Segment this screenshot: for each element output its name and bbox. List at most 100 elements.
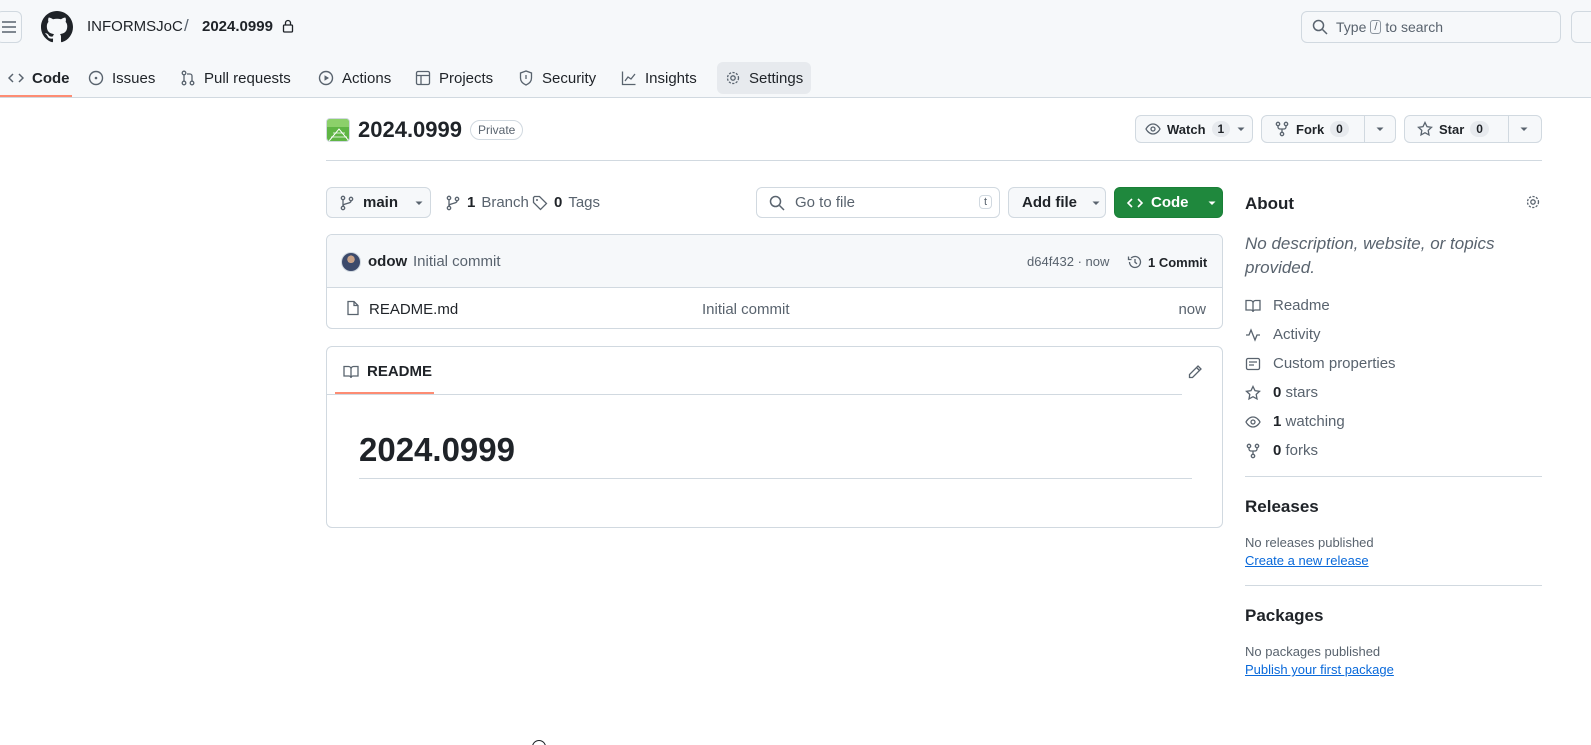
pencil-icon[interactable] <box>1187 364 1203 380</box>
sidebar-item-label: forks <box>1285 442 1319 459</box>
breadcrumb-repo[interactable]: 2024.0999 <box>202 18 273 35</box>
eye-icon <box>1145 123 1161 135</box>
history-icon <box>1127 255 1142 269</box>
tab-code[interactable]: Code <box>0 62 78 94</box>
sidebar-item-activity[interactable]: Activity <box>1245 326 1321 343</box>
lock-icon <box>282 19 294 33</box>
watch-label: Watch <box>1167 121 1206 137</box>
tab-pull-requests[interactable]: Pull requests <box>172 62 299 94</box>
table-row[interactable]: README.md Initial commit now <box>327 288 1222 328</box>
sidebar-item-watching[interactable]: 1 watching <box>1245 413 1345 430</box>
copilot-button[interactable] <box>1571 11 1591 43</box>
file-icon <box>345 300 361 316</box>
gear-icon <box>726 71 740 85</box>
file-browser: odow Initial commit d64f432 · now 1 Comm… <box>326 234 1223 329</box>
code-icon <box>8 73 24 83</box>
add-file-button[interactable]: Add file <box>1008 187 1106 218</box>
gear-icon[interactable] <box>1525 194 1541 210</box>
readme-tab-label: README <box>367 363 433 380</box>
sidebar-item-label: Readme <box>1273 297 1330 314</box>
sidebar-item-readme[interactable]: Readme <box>1245 297 1330 314</box>
sidebar-item-count: 1 <box>1273 413 1282 430</box>
commit-message[interactable]: Initial commit <box>413 253 501 270</box>
issue-opened-icon <box>88 70 104 86</box>
global-search-input[interactable]: Type / to search <box>1301 11 1561 43</box>
watch-count: 1 <box>1211 121 1231 137</box>
tab-label: Security <box>542 69 597 87</box>
branches-label: Branch <box>481 194 529 211</box>
book-icon <box>343 365 359 378</box>
sidebar-item-label: Activity <box>1273 326 1321 343</box>
watch-button[interactable]: Watch 1 <box>1135 115 1253 143</box>
go-to-file-input[interactable]: Go to file t <box>756 187 1000 218</box>
triangle-down-icon <box>1520 127 1528 131</box>
triangle-down-icon <box>1376 127 1384 131</box>
graph-icon <box>621 71 636 86</box>
sidebar-item-count: 0 <box>1273 442 1282 459</box>
about-description: No description, website, or topics provi… <box>1245 234 1495 277</box>
create-release-link[interactable]: Create a new release <box>1245 553 1369 568</box>
menu-button[interactable] <box>0 11 22 43</box>
star-button[interactable]: Star 0 <box>1404 115 1542 143</box>
readme-tab[interactable]: README <box>343 363 432 380</box>
search-suffix: to search <box>1385 19 1444 35</box>
star-count: 0 <box>1470 121 1489 137</box>
tags-label: Tags <box>568 194 601 211</box>
file-name[interactable]: README.md <box>369 301 458 318</box>
git-branch-icon <box>446 195 460 210</box>
pulse-icon <box>1246 327 1260 342</box>
file-commit-message[interactable]: Initial commit <box>702 301 790 318</box>
sidebar-item-forks[interactable]: 0 forks <box>1245 442 1318 459</box>
git-pull-request-icon <box>181 70 195 86</box>
repo-forked-icon <box>1275 121 1289 137</box>
go-to-file-shortcut: t <box>978 195 992 209</box>
github-logo-icon[interactable] <box>41 11 73 43</box>
star-icon <box>1417 121 1433 137</box>
tags-count: 0 <box>554 194 563 211</box>
packages-title[interactable]: Packages <box>1245 606 1323 626</box>
tab-actions[interactable]: Actions <box>310 62 399 94</box>
branch-select-button[interactable]: main <box>326 187 431 218</box>
search-shortcut-key: / <box>1370 20 1382 34</box>
avatar[interactable] <box>341 252 361 272</box>
go-to-file-placeholder: Go to file <box>795 194 856 211</box>
commits-link[interactable]: 1 Commit <box>1127 254 1207 270</box>
code-button[interactable]: Code <box>1114 187 1223 218</box>
star-dropdown-button[interactable] <box>1509 116 1539 142</box>
file-commit-time: now <box>1178 301 1206 318</box>
sidebar-item-label: watching <box>1285 413 1345 430</box>
fork-label: Fork <box>1296 121 1325 137</box>
commits-count-label: 1 Commit <box>1148 254 1208 270</box>
branches-link[interactable]: 1 Branch <box>445 194 529 211</box>
commit-sha-time[interactable]: d64f432 · now <box>1027 254 1109 269</box>
commit-author[interactable]: odow <box>368 253 407 270</box>
note-icon <box>1245 357 1261 370</box>
tag-icon <box>532 195 548 210</box>
table-icon <box>415 70 431 86</box>
repo-owner-avatar[interactable] <box>326 118 350 142</box>
tab-settings[interactable]: Settings <box>717 62 812 94</box>
releases-title[interactable]: Releases <box>1245 497 1319 517</box>
branches-count: 1 <box>467 194 476 211</box>
tab-label: Pull requests <box>204 69 291 87</box>
tab-insights[interactable]: Insights <box>613 62 705 94</box>
tab-projects[interactable]: Projects <box>407 62 501 94</box>
tab-label: Settings <box>749 69 804 87</box>
tab-issues[interactable]: Issues <box>80 62 163 94</box>
repo-title[interactable]: 2024.0999 <box>358 117 462 143</box>
tab-security[interactable]: Security <box>510 62 604 94</box>
app-header: INFORMSJoC / 2024.0999 Type / to search … <box>0 0 1591 98</box>
breadcrumb-owner[interactable]: INFORMSJoC <box>87 18 183 35</box>
sidebar-item-count: 0 <box>1273 384 1282 401</box>
search-icon <box>1312 19 1328 35</box>
packages-empty-text: No packages published <box>1245 644 1381 659</box>
sidebar-item-stars[interactable]: 0 stars <box>1245 384 1318 401</box>
tags-link[interactable]: 0 Tags <box>532 194 600 211</box>
fork-button[interactable]: Fork 0 <box>1261 115 1396 143</box>
star-label: Star <box>1439 121 1465 137</box>
fork-dropdown-button[interactable] <box>1365 116 1395 142</box>
publish-package-link[interactable]: Publish your first package <box>1245 662 1394 677</box>
title-divider <box>326 160 1542 161</box>
releases-empty-text: No releases published <box>1245 535 1374 550</box>
sidebar-item-custom-properties[interactable]: Custom properties <box>1245 355 1396 372</box>
